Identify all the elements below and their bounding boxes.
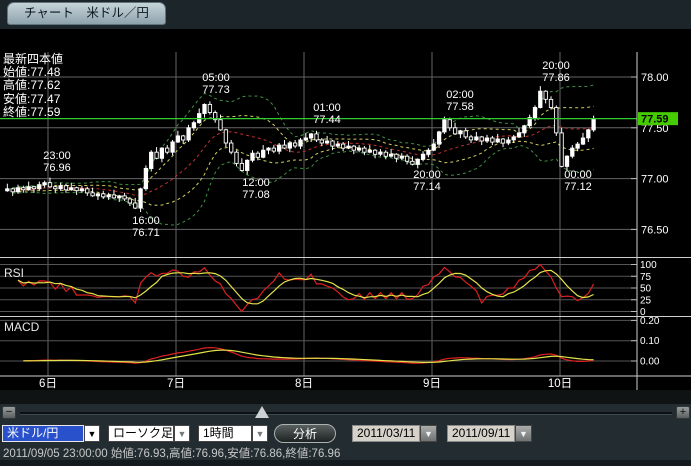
rsi-axis-tick: 25 (640, 295, 652, 306)
quote-high: 高値:77.62 (3, 79, 63, 92)
chart-style-select[interactable]: ローソク足 (108, 425, 174, 442)
rsi-axis-tick: 100 (640, 260, 657, 271)
zoom-slider-track[interactable] (20, 412, 672, 415)
annotation-time: 20:00 (542, 60, 570, 72)
macd-panel-label: MACD (4, 320, 40, 334)
macd-axis-tick: 0.20 (640, 316, 660, 327)
annotation-price: 77.58 (446, 101, 474, 113)
annotation-time: 23:00 (43, 150, 71, 162)
annotation-time: 02:00 (446, 89, 474, 101)
date-to-select-arrow[interactable]: ▼ (515, 425, 532, 442)
annotation-time: 00:00 (564, 169, 592, 181)
rsi-axis-tick: 75 (640, 272, 652, 283)
macd-axis-tick: 0.10 (640, 336, 660, 347)
status-bar: 2011/09/05 23:00:00 始値:76.93,高値:76.96,安値… (3, 445, 340, 461)
quote-close: 終値:77.59 (3, 106, 63, 119)
annotation-price: 76.71 (132, 227, 160, 239)
quote-low: 安値:77.47 (3, 93, 63, 106)
period-select[interactable]: 1時間 (198, 425, 252, 442)
chart-scrollbar: ◀ ▶ (0, 390, 691, 404)
quote-panel: 最新四本値 始値:77.48 高値:77.62 安値:77.47 終値:77.5… (3, 53, 63, 119)
x-axis-tick: 9日 (423, 378, 441, 390)
annotation-time: 20:00 (413, 169, 441, 181)
macd-axis-tick: 0.00 (640, 357, 660, 368)
rsi-axis-tick: 50 (640, 284, 652, 295)
x-axis-tick: 6日 (39, 378, 57, 390)
date-from-select-arrow[interactable]: ▼ (420, 425, 437, 442)
annotation-time: 16:00 (132, 215, 160, 227)
annotation-time: 12:00 (242, 177, 270, 189)
price-axis-tick: 77.00 (641, 174, 669, 186)
analyze-button[interactable]: 分析 (274, 424, 336, 443)
chart-window: チャート 米ドル／円 チャート 米ドル／円 ローソク足 1時間 ボリンジャーバン… (0, 0, 691, 466)
annotation-time: 05:00 (202, 72, 230, 84)
annotation-price: 77.86 (542, 72, 570, 84)
date-to-select[interactable]: 2011/09/11 (447, 425, 515, 442)
title-bar: チャート 米ドル／円 ローソク足 1時間 ボリンジャーバンド RSI MACD … (0, 29, 691, 52)
tab-chart-usdjpy[interactable]: チャート 米ドル／円 (7, 2, 166, 25)
x-axis-tick: 10日 (548, 378, 572, 390)
zoom-slider-thumb[interactable] (255, 406, 269, 418)
price-chart-canvas: 78.0077.5077.0076.5077.5910075502500.200… (0, 52, 691, 390)
annotation-price: 77.44 (313, 114, 341, 126)
annotation-price: 77.73 (202, 84, 230, 96)
bottom-strip (0, 460, 691, 466)
x-axis-tick: 7日 (167, 378, 185, 390)
chart-style-select-arrow[interactable]: ▼ (174, 425, 190, 442)
date-from-select[interactable]: 2011/03/11 (352, 425, 420, 442)
annotation-price: 76.96 (43, 162, 71, 174)
pair-select-arrow[interactable]: ▼ (84, 425, 100, 442)
annotation-price: 77.08 (242, 189, 270, 201)
x-axis-tick: 8日 (295, 378, 313, 390)
tab-bar: チャート 米ドル／円 (0, 0, 691, 30)
rsi-panel-label: RSI (4, 266, 24, 280)
annotation-price: 77.12 (564, 181, 592, 193)
pair-select[interactable]: 米ドル/円 (2, 425, 84, 442)
current-price-value: 77.59 (641, 114, 669, 126)
period-select-arrow[interactable]: ▼ (252, 425, 268, 442)
zoom-in-button[interactable]: + (676, 406, 690, 419)
zoom-out-button[interactable]: − (2, 406, 16, 419)
price-axis-tick: 76.50 (641, 224, 669, 236)
price-axis-tick: 78.00 (641, 72, 669, 84)
annotation-time: 01:00 (313, 102, 341, 114)
annotation-price: 77.14 (413, 181, 441, 193)
